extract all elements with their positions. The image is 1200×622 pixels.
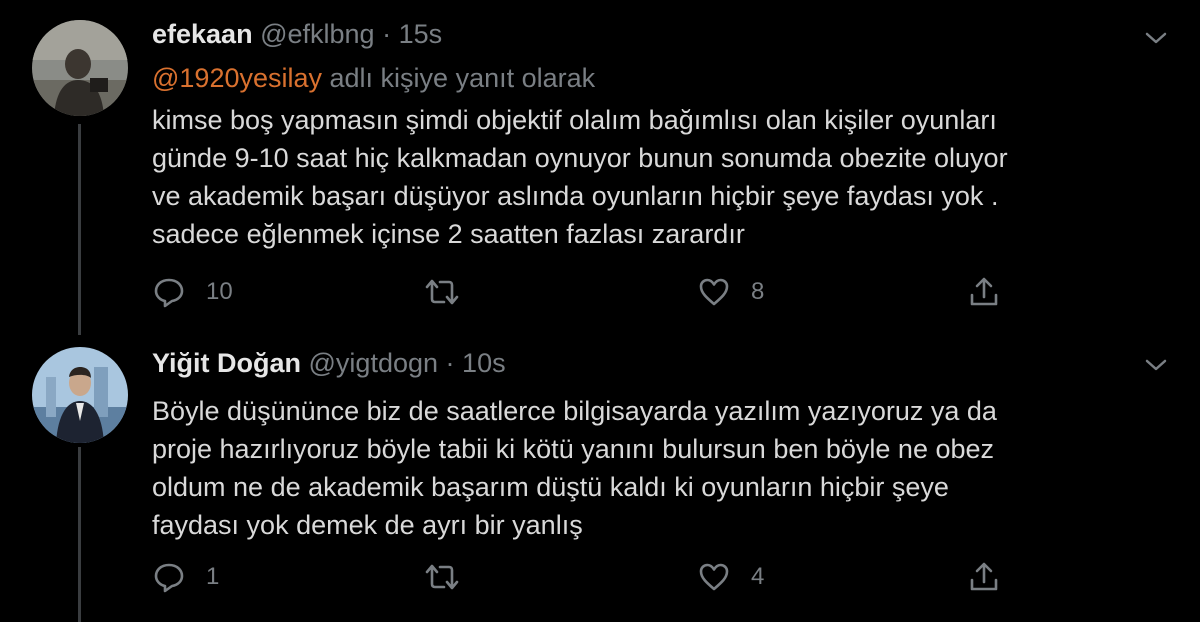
share-button[interactable] [967, 272, 1001, 312]
tweet-actions: 1 4 [152, 557, 1052, 597]
tweet-text: Böyle düşününce biz de saatlerce bilgisa… [152, 392, 1172, 544]
avatar[interactable] [32, 20, 128, 116]
tweet-header: efekaan @efklbng · 15s [152, 18, 442, 50]
tweet-text: kimse boş yapmasın şimdi objektif olalım… [152, 101, 1172, 253]
tweet-text-line: proje hazırlıyoruz böyle tabii ki kötü y… [152, 434, 995, 464]
retweet-button[interactable] [422, 272, 482, 312]
thread-line [78, 124, 81, 335]
tweet-text-line: sadece eğlenmek içinse 2 saatten fazlası… [152, 219, 745, 249]
reply-icon [154, 278, 184, 308]
reply-count: 1 [206, 563, 220, 590]
timestamp[interactable]: 15s [399, 19, 443, 49]
reply-mention-link[interactable]: @1920yesilay [152, 63, 322, 93]
like-count: 8 [751, 278, 765, 305]
tweet-text-line: ve akademik başarı düşüyor aslında oyunl… [152, 181, 999, 211]
reply-to-label: adlı kişiye yanıt olarak [322, 63, 596, 93]
user-handle[interactable]: @efklbng [260, 19, 374, 49]
tweet-actions: 10 8 [152, 272, 1052, 312]
display-name[interactable]: efekaan [152, 19, 253, 49]
reply-icon [154, 563, 184, 593]
heart-icon [699, 563, 729, 591]
reply-button[interactable]: 10 [152, 272, 233, 312]
tweet-text-line: günde 9-10 saat hiç kalkmadan oynuyor bu… [152, 143, 1008, 173]
share-icon [970, 277, 998, 306]
separator-dot: · [382, 19, 392, 49]
tweet-text-line: faydası yok demek de ayrı bir yanlış [152, 510, 583, 540]
user-handle[interactable]: @yigtdogn [309, 348, 439, 378]
tweet-text-line: Böyle düşününce biz de saatlerce bilgisa… [152, 396, 997, 426]
tweet-text-line: oldum ne de akademik başarım düştü kaldı… [152, 472, 949, 502]
retweet-button[interactable] [422, 557, 482, 597]
retweet-icon [425, 279, 459, 305]
heart-icon [699, 278, 729, 306]
retweet-icon [425, 564, 459, 590]
chevron-down-icon[interactable] [1142, 351, 1170, 379]
tweet-text-line: kimse boş yapmasın şimdi objektif olalım… [152, 105, 997, 135]
like-button[interactable]: 4 [697, 557, 764, 597]
replying-to: @1920yesilay adlı kişiye yanıt olarak [152, 62, 595, 94]
like-button[interactable]: 8 [697, 272, 764, 312]
avatar[interactable] [32, 347, 128, 443]
reply-button[interactable]: 1 [152, 557, 219, 597]
share-button[interactable] [967, 557, 1001, 597]
chevron-down-icon[interactable] [1142, 24, 1170, 52]
display-name[interactable]: Yiğit Doğan [152, 348, 301, 378]
tweet-header: Yiğit Doğan @yigtdogn · 10s [152, 347, 506, 379]
tweet[interactable]: Yiğit Doğan @yigtdogn · 10s Böyle düşünü… [0, 335, 1200, 622]
like-count: 4 [751, 563, 765, 590]
tweet[interactable]: efekaan @efklbng · 15s @1920yesilay adlı… [0, 0, 1200, 335]
share-icon [970, 562, 998, 591]
tweet-thread: efekaan @efklbng · 15s @1920yesilay adlı… [0, 0, 1200, 622]
reply-count: 10 [206, 278, 233, 305]
timestamp[interactable]: 10s [462, 348, 506, 378]
thread-line [78, 447, 81, 622]
separator-dot: · [445, 348, 455, 378]
